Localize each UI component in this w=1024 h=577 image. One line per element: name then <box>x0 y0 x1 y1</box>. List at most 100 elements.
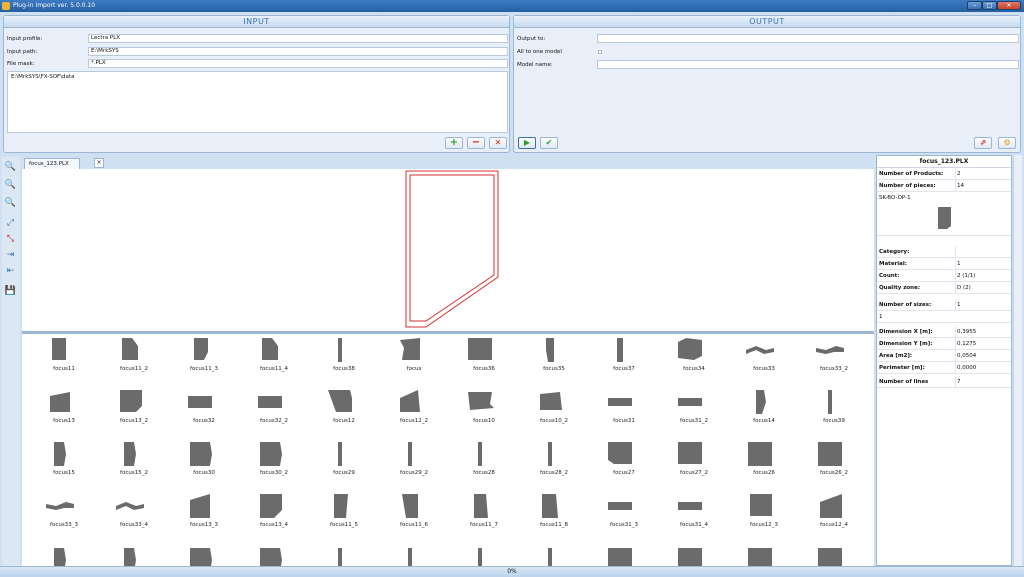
gallery-item[interactable]: focus32 <box>169 388 239 440</box>
gallery-item[interactable]: focus34 <box>659 336 729 388</box>
input-file-list[interactable]: E:\MrkSYS\FX-SOF\data <box>7 71 508 133</box>
piece-gallery[interactable]: focus11 focus11_2 focus11_3 focus11_4 focus3… <box>22 334 874 566</box>
gallery-item[interactable]: focus27 <box>589 440 659 492</box>
input-path-field[interactable]: E:\MrkSYS <box>88 47 508 56</box>
gallery-item[interactable]: focus33_2 <box>799 336 869 388</box>
gallery-item-partial[interactable] <box>99 546 169 566</box>
gallery-item[interactable]: focus12_3 <box>729 492 799 544</box>
model-name-field[interactable] <box>597 60 1019 69</box>
gallery-item[interactable]: focus12_2 <box>379 388 449 440</box>
gallery-item-partial[interactable] <box>449 546 519 566</box>
gallery-item[interactable]: focus11_2 <box>99 336 169 388</box>
gallery-item[interactable]: focus31_3 <box>589 492 659 544</box>
gallery-item[interactable]: focus13_4 <box>239 492 309 544</box>
gallery-item-label: focus12_3 <box>750 522 778 528</box>
gallery-item-partial[interactable] <box>799 546 869 566</box>
file-mask-field[interactable]: *.PLX <box>88 59 508 68</box>
gallery-item-partial[interactable] <box>29 546 99 566</box>
info-piece-row[interactable]: SK-BO-OP-1 <box>877 192 1011 236</box>
gallery-item-partial[interactable] <box>379 546 449 566</box>
gallery-item[interactable]: focus15 <box>29 440 99 492</box>
gallery-item[interactable]: focus26_2 <box>799 440 869 492</box>
gallery-item-partial[interactable] <box>519 546 589 566</box>
gallery-item[interactable]: focus11_7 <box>449 492 519 544</box>
gallery-item-partial[interactable] <box>239 546 309 566</box>
settings-tool-button[interactable]: ⚙ <box>998 137 1016 149</box>
gallery-item[interactable]: focus13_2 <box>99 388 169 440</box>
run-button[interactable]: ▶ <box>518 137 536 149</box>
align-left-icon[interactable]: ⇥ <box>4 249 17 262</box>
gallery-item[interactable]: focus28 <box>449 440 519 492</box>
gallery-item[interactable]: focus30_2 <box>239 440 309 492</box>
gallery-item[interactable]: focus33_3 <box>29 492 99 544</box>
gallery-item[interactable]: focus31 <box>589 388 659 440</box>
accept-button[interactable]: ✔ <box>540 137 558 149</box>
gallery-item[interactable]: focus11_5 <box>309 492 379 544</box>
gallery-item[interactable]: focus33_4 <box>99 492 169 544</box>
piece-preview[interactable] <box>22 169 874 331</box>
gallery-item[interactable]: focus13 <box>29 388 99 440</box>
gallery-item[interactable]: focus30 <box>169 440 239 492</box>
gallery-item[interactable]: focus15_2 <box>99 440 169 492</box>
gallery-item[interactable]: focus37 <box>589 336 659 388</box>
gallery-item[interactable]: focus12 <box>309 388 379 440</box>
gallery-item-partial[interactable] <box>729 546 799 566</box>
transform-icon[interactable]: ⤡ <box>4 233 17 246</box>
gallery-item-partial[interactable] <box>659 546 729 566</box>
gallery-item[interactable]: focus35 <box>519 336 589 388</box>
gallery-item[interactable]: focus28_2 <box>519 440 589 492</box>
info-scrollbar[interactable] <box>1013 155 1022 566</box>
gallery-item[interactable]: focus13_3 <box>169 492 239 544</box>
info-pieces-row: Number of pieces: 14 <box>877 180 1011 192</box>
piece-thumbnail <box>748 548 772 566</box>
remove-button[interactable]: − <box>467 137 485 149</box>
gallery-item[interactable]: focus11_3 <box>169 336 239 388</box>
gallery-item-partial[interactable] <box>589 546 659 566</box>
gallery-item[interactable]: focus36 <box>449 336 519 388</box>
maximize-button[interactable]: □ <box>982 1 997 10</box>
gallery-item[interactable]: focus10_2 <box>519 388 589 440</box>
save-icon[interactable]: 💾 <box>4 285 17 298</box>
gallery-item[interactable]: focus33 <box>729 336 799 388</box>
tab-close-icon[interactable]: × <box>94 158 104 168</box>
gallery-item[interactable]: focus31_4 <box>659 492 729 544</box>
gallery-item[interactable]: focus <box>379 336 449 388</box>
gallery-item[interactable]: focus29_2 <box>379 440 449 492</box>
gallery-item[interactable]: focus32_2 <box>239 388 309 440</box>
zoom-in-icon[interactable]: 🔍 <box>4 161 17 174</box>
gallery-item[interactable]: focus26 <box>729 440 799 492</box>
export-tool-button[interactable]: ⇗ <box>974 137 992 149</box>
gallery-item[interactable]: focus14 <box>729 388 799 440</box>
add-button[interactable]: + <box>445 137 463 149</box>
gallery-item[interactable]: focus29 <box>309 440 379 492</box>
piece-thumbnail <box>548 548 552 566</box>
gallery-item[interactable]: focus38 <box>309 336 379 388</box>
gallery-item[interactable]: focus12_4 <box>799 492 869 544</box>
zoom-out-icon[interactable]: 🔍 <box>4 179 17 192</box>
gallery-item[interactable]: focus11 <box>29 336 99 388</box>
gallery-item[interactable]: focus27_2 <box>659 440 729 492</box>
gallery-item[interactable]: focus39 <box>799 388 869 440</box>
gallery-item[interactable]: focus10 <box>449 388 519 440</box>
align-right-icon[interactable]: ⇤ <box>4 265 17 278</box>
input-profile-field[interactable]: Lectra PLX <box>88 34 508 43</box>
close-button[interactable]: ✕ <box>997 1 1021 10</box>
piece-thumbnail <box>474 494 488 518</box>
gallery-item-partial[interactable] <box>309 546 379 566</box>
gallery-item[interactable]: focus11_8 <box>519 492 589 544</box>
output-to-field[interactable] <box>597 34 1019 43</box>
gallery-item[interactable]: focus11_4 <box>239 336 309 388</box>
tab-focus-123[interactable]: focus_123.PLX <box>24 158 80 169</box>
delete-button[interactable]: ✕ <box>489 137 507 149</box>
gallery-item-partial[interactable] <box>169 546 239 566</box>
measure-icon[interactable]: ⤢ <box>4 217 17 230</box>
all-to-one-checkbox[interactable] <box>598 50 602 54</box>
input-file-list-item[interactable]: E:\MrkSYS\FX-SOF\data <box>11 74 504 80</box>
zoom-fit-icon[interactable]: 🔍 <box>4 197 17 210</box>
info-size-item[interactable]: 1 <box>877 311 1011 323</box>
gallery-item[interactable]: focus11_6 <box>379 492 449 544</box>
piece-thumbnail <box>338 442 342 466</box>
minimize-button[interactable]: – <box>967 1 982 10</box>
gallery-item-label: focus27 <box>613 470 635 476</box>
gallery-item[interactable]: focus31_2 <box>659 388 729 440</box>
